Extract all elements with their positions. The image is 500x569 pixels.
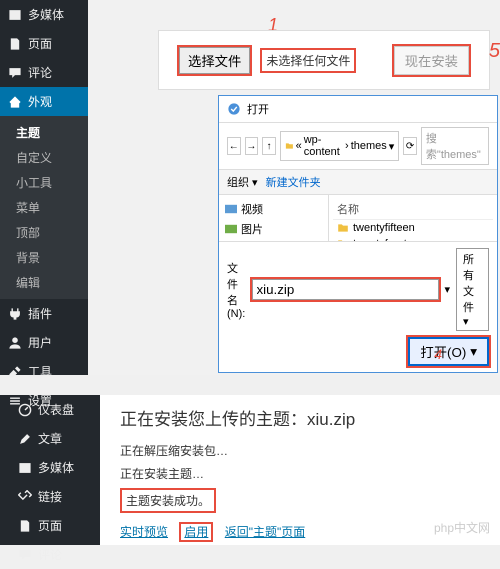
sidebar-item-settings[interactable]: 设置 [0, 386, 88, 415]
sidebar-item-users[interactable]: 用户 [0, 328, 88, 357]
submenu-editor[interactable]: 编辑 [16, 270, 88, 295]
install-step-install: 正在安装主题… [120, 465, 480, 482]
annotation-5: 5 [489, 40, 500, 63]
submenu-widgets[interactable]: 小工具 [16, 170, 88, 195]
dialog-title: 打开 [247, 101, 269, 117]
sidebar2-comments[interactable]: 评论 [10, 540, 100, 569]
open-button[interactable]: 打开(O)▾ [408, 337, 489, 366]
sidebar-item-media[interactable]: 多媒体 [0, 0, 88, 29]
sidebar-item-pages[interactable]: 页面 [0, 29, 88, 58]
tree-pictures[interactable]: 图片 [219, 219, 328, 239]
file-item[interactable]: twentyfifteen [333, 220, 493, 236]
submenu-customize[interactable]: 自定义 [16, 145, 88, 170]
wp-admin-sidebar-2: 仪表盘 文章 多媒体 链接 页面 评论 [0, 395, 100, 545]
file-open-dialog: 打开 ← → ↑ « wp-content › themes ▾ ⟳ 搜索"th… [218, 95, 498, 373]
submenu-header[interactable]: 顶部 [16, 220, 88, 245]
install-success: 主题安装成功。 [120, 488, 216, 513]
submenu-menus[interactable]: 菜单 [16, 195, 88, 220]
nav-back-button[interactable]: ← [227, 137, 241, 155]
install-now-button[interactable]: 现在安装 [394, 46, 469, 75]
install-title: 正在安装您上传的主题：xiu.zip [120, 405, 480, 430]
sidebar2-media[interactable]: 多媒体 [10, 453, 100, 482]
submenu-background[interactable]: 背景 [16, 245, 88, 270]
nav-fwd-button[interactable]: → [245, 137, 259, 155]
no-file-label: 未选择任何文件 [260, 48, 356, 73]
upload-theme-box: 选择文件 未选择任何文件 现在安装 [158, 30, 490, 90]
dialog-path-bar: ← → ↑ « wp-content › themes ▾ ⟳ 搜索"theme… [219, 122, 497, 170]
sidebar2-pages[interactable]: 页面 [10, 511, 100, 540]
choose-file-button[interactable]: 选择文件 [179, 47, 250, 74]
main-content: 1 选择文件 未选择任何文件 现在安装 5 打开 ← → ↑ « wp-cont… [88, 0, 500, 375]
submenu-themes[interactable]: 主题 [16, 120, 88, 145]
new-folder-button[interactable]: 新建文件夹 [266, 174, 321, 190]
preview-link[interactable]: 实时预览 [120, 525, 168, 539]
activate-link[interactable]: 启用 [179, 522, 213, 542]
appearance-submenu: 主题 自定义 小工具 菜单 顶部 背景 编辑 [0, 116, 88, 299]
install-step-unpack: 正在解压缩安装包… [120, 442, 480, 459]
crumb-part[interactable]: themes [351, 140, 387, 152]
filename-label: 文件名(N): [227, 260, 246, 320]
dialog-toolbar: 组织 ▾ 新建文件夹 [219, 170, 497, 195]
sidebar-item-appearance[interactable]: 外观 [0, 87, 88, 116]
sidebar2-links[interactable]: 链接 [10, 482, 100, 511]
wp-admin-sidebar: 多媒体 页面 评论 外观 主题 自定义 小工具 菜单 顶部 背景 编辑 插件 用… [0, 0, 88, 375]
sidebar-item-tools[interactable]: 工具 [0, 357, 88, 386]
refresh-button[interactable]: ⟳ [403, 137, 417, 155]
annotation-4: 4 [434, 346, 442, 362]
folder-icon [285, 140, 294, 152]
dialog-footer: 文件名(N): ▾ 所有文件 ▾ [219, 241, 497, 337]
filename-input[interactable] [252, 279, 439, 300]
file-filter-dropdown[interactable]: 所有文件 ▾ [456, 248, 489, 331]
sidebar-item-comments[interactable]: 评论 [0, 58, 88, 87]
search-input[interactable]: 搜索"themes" [421, 127, 489, 165]
return-link[interactable]: 返回"主题"页面 [225, 525, 306, 539]
tree-videos[interactable]: 视频 [219, 199, 328, 219]
organize-button[interactable]: 组织 ▾ [227, 174, 258, 190]
sidebar2-posts[interactable]: 文章 [10, 424, 100, 453]
install-actions: 实时预览 启用 返回"主题"页面 [120, 523, 480, 540]
breadcrumb[interactable]: « wp-content › themes ▾ [280, 131, 399, 161]
watermark: php中文网 [434, 519, 490, 536]
crumb-part[interactable]: wp-content [304, 134, 343, 158]
file-list: 名称 twentyfifteen twentyfourteen twentyth… [329, 195, 497, 241]
nav-up-button[interactable]: ↑ [262, 137, 276, 155]
folder-tree: 视频 图片 文档 下载 音乐 桌面 Windows8_OS 本地磁盘 (D:) [219, 195, 329, 241]
open-icon [227, 102, 241, 116]
dialog-title-bar: 打开 [219, 96, 497, 122]
sidebar-item-plugins[interactable]: 插件 [0, 299, 88, 328]
column-name-header[interactable]: 名称 [333, 199, 493, 220]
